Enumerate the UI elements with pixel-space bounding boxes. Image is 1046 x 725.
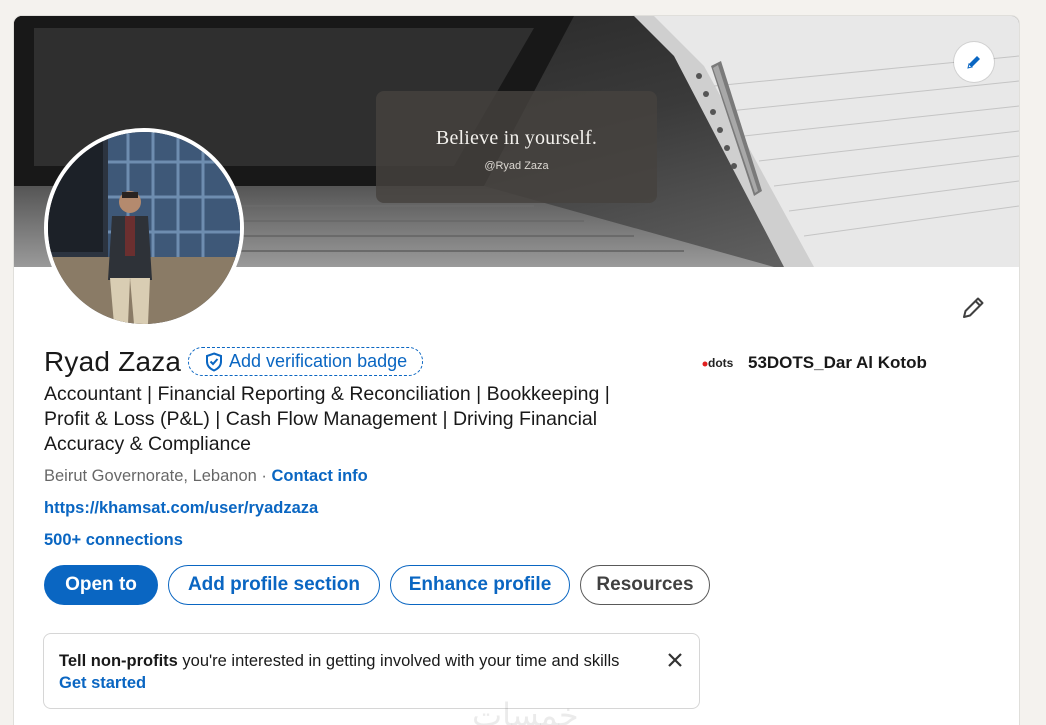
company-logo: dots bbox=[702, 356, 736, 370]
dismiss-button[interactable] bbox=[664, 649, 686, 671]
get-started-link[interactable]: Get started bbox=[59, 674, 146, 693]
non-profit-prompt: Tell non-profits you're interested in ge… bbox=[43, 633, 700, 709]
company-name: 53DOTS_Dar Al Kotob bbox=[748, 353, 927, 372]
edit-intro-button[interactable] bbox=[957, 292, 989, 324]
verification-badge-label: Add verification badge bbox=[229, 351, 408, 371]
close-icon bbox=[668, 653, 682, 667]
location-text: Beirut Governorate, Lebanon bbox=[44, 467, 257, 485]
profile-photo[interactable] bbox=[44, 128, 244, 328]
add-verification-badge-button[interactable]: Add verification badge bbox=[188, 347, 424, 376]
cover-quote-box: Believe in yourself. @Ryad Zaza bbox=[376, 91, 657, 203]
current-company[interactable]: dots 53DOTS_Dar Al Kotob bbox=[702, 353, 927, 373]
shield-check-icon bbox=[206, 351, 222, 372]
avatar bbox=[48, 132, 240, 324]
resources-button[interactable]: Resources bbox=[580, 565, 710, 605]
pencil-icon bbox=[963, 297, 984, 318]
cover-quote-title: Believe in yourself. bbox=[435, 127, 598, 149]
cover-quote-handle: @Ryad Zaza bbox=[484, 160, 549, 172]
open-to-button[interactable]: Open to bbox=[44, 565, 158, 605]
location-separator: · bbox=[256, 467, 272, 485]
pencil-icon bbox=[967, 56, 980, 69]
non-profit-prompt-bold: Tell non-profits bbox=[59, 652, 178, 670]
profile-name: Ryad Zaza bbox=[44, 346, 182, 377]
non-profit-prompt-text: Tell non-profits you're interested in ge… bbox=[59, 652, 619, 671]
connections-link[interactable]: 500+ connections bbox=[44, 531, 183, 550]
edit-cover-button[interactable] bbox=[954, 42, 994, 82]
profile-card: Believe in yourself. @Ryad Zaza Ryad Zaz… bbox=[14, 16, 1019, 725]
company-logo-text: dots bbox=[708, 356, 734, 370]
add-profile-section-button[interactable]: Add profile section bbox=[168, 565, 380, 605]
non-profit-prompt-rest: you're interested in getting involved wi… bbox=[177, 652, 620, 670]
contact-info-link[interactable]: Contact info bbox=[271, 467, 367, 485]
enhance-profile-button[interactable]: Enhance profile bbox=[390, 565, 570, 605]
location-row: Beirut Governorate, Lebanon · Contact in… bbox=[44, 467, 368, 486]
watermark: خمسات bbox=[472, 696, 579, 725]
website-link[interactable]: https://khamsat.com/user/ryadzaza bbox=[44, 499, 318, 518]
profile-headline: Accountant | Financial Reporting & Recon… bbox=[44, 383, 610, 455]
